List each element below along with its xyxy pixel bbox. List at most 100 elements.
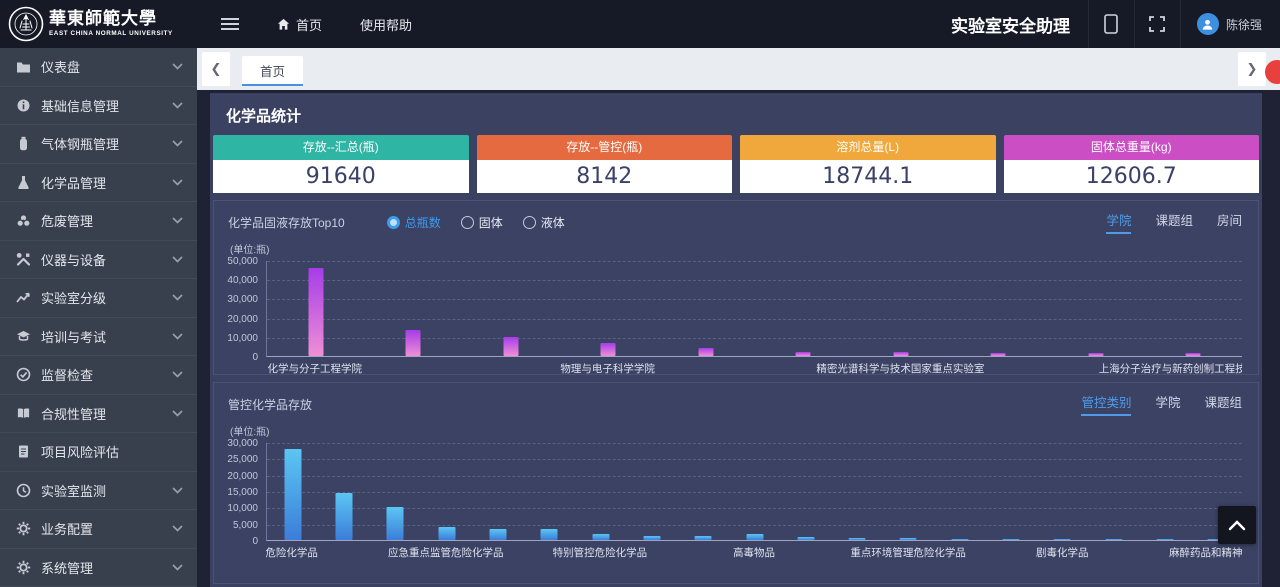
link-college[interactable]: 学院 bbox=[1106, 210, 1131, 234]
radio-liquid[interactable]: 液体 bbox=[523, 214, 565, 231]
sidebar-item-compliance[interactable]: 合规性管理 bbox=[0, 395, 197, 434]
bar[interactable] bbox=[284, 449, 301, 540]
bar[interactable] bbox=[308, 268, 323, 356]
chemical-statistics-panel: 化学品统计 存放--汇总(瓶) 91640 存放--管控(瓶) 8142 溶剂总… bbox=[210, 93, 1262, 587]
bar[interactable] bbox=[592, 534, 609, 540]
chevron-down-icon bbox=[172, 140, 183, 147]
x-axis-label: 精密光谱科学与技术国家重点实验室 bbox=[816, 361, 984, 374]
y-tick-label: 5,000 bbox=[233, 520, 258, 531]
bar-chart-regulated bbox=[266, 443, 1242, 541]
bar[interactable] bbox=[698, 348, 713, 356]
bar[interactable] bbox=[1088, 353, 1103, 356]
bar[interactable] bbox=[1157, 539, 1174, 540]
chevron-down-icon bbox=[172, 487, 183, 494]
sidebar-item-dashboard[interactable]: 仪表盘 bbox=[0, 48, 197, 87]
bar[interactable] bbox=[1186, 353, 1201, 356]
sidebar-item-project-risk[interactable]: 项目风险评估 bbox=[0, 433, 197, 472]
bar[interactable] bbox=[1105, 539, 1122, 540]
bar[interactable] bbox=[601, 343, 616, 356]
link-control-category[interactable]: 管控类别 bbox=[1081, 392, 1131, 416]
sidebar-item-gas-cylinder[interactable]: 气体钢瓶管理 bbox=[0, 125, 197, 164]
tab-scroll-left-button[interactable]: ❮ bbox=[202, 52, 230, 86]
stat-cards-row: 存放--汇总(瓶) 91640 存放--管控(瓶) 8142 溶剂总量(L) 1… bbox=[210, 135, 1262, 193]
red-floating-button[interactable] bbox=[1265, 60, 1280, 84]
mobile-view-button[interactable] bbox=[1088, 0, 1134, 48]
fullscreen-icon bbox=[1149, 16, 1165, 32]
link-research-group[interactable]: 课题组 bbox=[1155, 210, 1193, 234]
sidebar-item-lab-grading[interactable]: 实验室分级 bbox=[0, 279, 197, 318]
fullscreen-button[interactable] bbox=[1134, 0, 1180, 48]
page-title: 化学品统计 bbox=[210, 93, 1262, 135]
user-menu[interactable]: 陈徐强 bbox=[1180, 0, 1280, 48]
bar[interactable] bbox=[991, 353, 1006, 356]
sidebar-item-lab-monitoring[interactable]: 实验室监测 bbox=[0, 472, 197, 511]
back-to-top-button[interactable] bbox=[1218, 506, 1256, 544]
bar[interactable] bbox=[746, 534, 763, 540]
bar[interactable] bbox=[489, 529, 506, 540]
x-axis-labels: 化学与分子工程学院物理与电子科学学院精密光谱科学与技术国家重点实验室上海分子治疗… bbox=[266, 357, 1242, 374]
bar[interactable] bbox=[1003, 539, 1020, 540]
bar[interactable] bbox=[796, 352, 811, 356]
bar[interactable] bbox=[438, 527, 455, 540]
sidebar-item-chemicals[interactable]: 化学品管理 bbox=[0, 164, 197, 203]
nav-item-home[interactable]: 首页 bbox=[277, 15, 322, 34]
x-axis-label: 重点环境管理危险化学品 bbox=[850, 545, 966, 558]
card-label: 存放--汇总(瓶) bbox=[213, 135, 469, 160]
x-axis-label: 危险化学品 bbox=[266, 545, 318, 558]
sidebar-item-business-config[interactable]: 业务配置 bbox=[0, 510, 197, 549]
link-college[interactable]: 学院 bbox=[1155, 392, 1180, 416]
bar-chart-top10 bbox=[266, 261, 1242, 357]
gridline bbox=[267, 319, 1242, 320]
card-value: 8142 bbox=[477, 160, 733, 193]
bar[interactable] bbox=[643, 536, 660, 540]
sidebar-item-system-mgmt[interactable]: 系统管理 bbox=[0, 549, 197, 587]
graduation-cap-icon bbox=[16, 329, 31, 344]
y-axis: 05,00010,00015,00020,00025,00030,000 bbox=[214, 443, 266, 541]
bar[interactable] bbox=[893, 352, 908, 356]
sidebar-item-training-exam[interactable]: 培训与考试 bbox=[0, 318, 197, 357]
bar[interactable] bbox=[335, 493, 352, 540]
menu-icon[interactable] bbox=[221, 15, 239, 33]
radio-selected-icon bbox=[387, 216, 400, 229]
bar[interactable] bbox=[406, 330, 421, 356]
bottle-type-radio-group: 总瓶数 固体 液体 bbox=[387, 214, 565, 231]
bar[interactable] bbox=[951, 539, 968, 540]
nav-item-help[interactable]: 使用帮助 bbox=[360, 15, 412, 34]
bar[interactable] bbox=[1054, 539, 1071, 540]
bar[interactable] bbox=[387, 507, 404, 540]
sidebar-item-supervision[interactable]: 监督检查 bbox=[0, 356, 197, 395]
radio-total-bottles[interactable]: 总瓶数 bbox=[387, 214, 441, 231]
sidebar-item-instruments[interactable]: 仪器与设备 bbox=[0, 241, 197, 280]
tab-scroll-right-button[interactable]: ❯ bbox=[1238, 52, 1266, 86]
sidebar-item-label: 基础信息管理 bbox=[41, 96, 119, 115]
radio-label: 固体 bbox=[479, 214, 503, 231]
bar[interactable] bbox=[797, 537, 814, 540]
y-tick-label: 15,000 bbox=[227, 487, 258, 498]
card-label: 存放--管控(瓶) bbox=[477, 135, 733, 160]
link-room[interactable]: 房间 bbox=[1217, 210, 1242, 234]
bar[interactable] bbox=[503, 337, 518, 356]
y-axis-unit-label: (单位:瓶) bbox=[230, 241, 1258, 256]
gear-icon bbox=[16, 521, 31, 536]
card-total-storage: 存放--汇总(瓶) 91640 bbox=[213, 135, 469, 193]
bar[interactable] bbox=[541, 529, 558, 540]
bar[interactable] bbox=[695, 536, 712, 540]
radio-solid[interactable]: 固体 bbox=[461, 214, 503, 231]
university-seal-icon bbox=[8, 6, 44, 42]
bar[interactable] bbox=[900, 538, 917, 540]
radio-icon bbox=[461, 216, 474, 229]
chevron-down-icon bbox=[172, 371, 183, 378]
sidebar-item-hazardous-waste[interactable]: 危废管理 bbox=[0, 202, 197, 241]
tab-home[interactable]: 首页 bbox=[242, 56, 303, 86]
info-circle-icon bbox=[16, 98, 31, 113]
chart-top10-section: 化学品固液存放Top10 总瓶数 固体 液体 bbox=[213, 200, 1259, 375]
nav-home-label: 首页 bbox=[296, 15, 322, 34]
bar[interactable] bbox=[849, 538, 866, 540]
university-logo: 華東師範大學 EAST CHINA NORMAL UNIVERSITY bbox=[0, 6, 197, 42]
y-tick-label: 30,000 bbox=[227, 294, 258, 305]
sidebar-item-basic-info[interactable]: 基础信息管理 bbox=[0, 87, 197, 126]
document-icon bbox=[16, 444, 31, 459]
sidebar-item-label: 培训与考试 bbox=[41, 327, 106, 346]
link-research-group[interactable]: 课题组 bbox=[1204, 392, 1242, 416]
user-name: 陈徐强 bbox=[1226, 16, 1262, 33]
